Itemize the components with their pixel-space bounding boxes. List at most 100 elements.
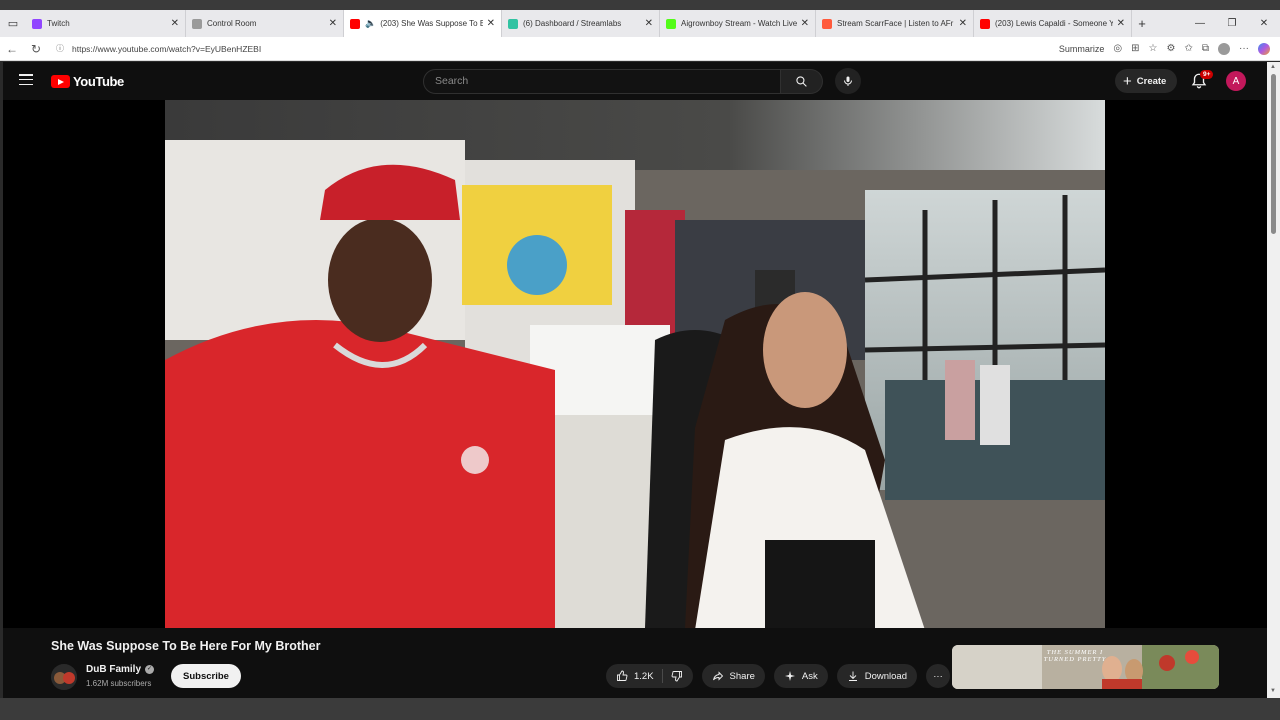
notification-badge: 9+ xyxy=(1200,70,1214,79)
speaker-icon[interactable]: 🔈 xyxy=(365,18,376,29)
share-button[interactable]: Share xyxy=(701,664,765,688)
share-arrow-icon xyxy=(712,671,723,681)
tab-aigrownboy[interactable]: Aigrownboy Stream - Watch Live ✕ xyxy=(660,10,816,37)
sparkle-icon xyxy=(784,671,795,681)
scroll-down-icon[interactable]: ▼ xyxy=(1270,688,1276,694)
tab-twitch[interactable]: Twitch ✕ xyxy=(26,10,186,37)
tab-title: (6) Dashboard / Streamlabs xyxy=(523,19,622,28)
tab-title: Control Room xyxy=(207,19,257,28)
channel-name-text: DuB Family xyxy=(86,664,142,675)
close-window-icon[interactable]: ✕ xyxy=(1248,10,1280,37)
url-field[interactable]: ⓘ https://www.youtube.com/watch?v=EyUBen… xyxy=(56,43,1059,54)
profile-avatar-icon[interactable] xyxy=(1218,42,1230,55)
tab-actions-icon[interactable]: ▭ xyxy=(0,10,26,37)
subscriber-count: 1.62M subscribers xyxy=(86,679,152,688)
site-info-icon[interactable]: ⓘ xyxy=(56,43,64,54)
download-icon xyxy=(848,671,857,681)
close-tab-icon[interactable]: ✕ xyxy=(329,18,337,29)
scrollbar-thumb[interactable] xyxy=(1271,74,1276,234)
more-actions-button[interactable]: ··· xyxy=(926,664,950,688)
video-frame[interactable] xyxy=(165,100,1105,628)
close-tab-icon[interactable]: ✕ xyxy=(171,18,179,29)
video-scene-image xyxy=(165,100,1105,628)
like-divider xyxy=(661,669,663,683)
video-title: She Was Suppose To Be Here For My Brothe… xyxy=(51,639,321,653)
channel-name[interactable]: DuB Family ✓ xyxy=(86,664,155,675)
new-tab-icon[interactable]: + xyxy=(1132,16,1152,31)
split-screen-icon[interactable]: ⊞ xyxy=(1131,43,1139,54)
like-button[interactable]: 1.2K xyxy=(616,670,654,682)
video-actions: 1.2K Share Ask Download ··· xyxy=(606,664,950,688)
scroll-up-icon[interactable]: ▲ xyxy=(1270,64,1276,70)
youtube-header: YouTube + Create 9+ A xyxy=(3,62,1267,100)
tab-streamlabs[interactable]: (6) Dashboard / Streamlabs ✕ xyxy=(502,10,660,37)
like-dislike-group: 1.2K xyxy=(606,664,693,688)
favorite-star-icon[interactable]: ☆ xyxy=(1149,43,1158,54)
collections-icon[interactable]: ⧉ xyxy=(1202,43,1209,54)
close-tab-icon[interactable]: ✕ xyxy=(1117,18,1125,29)
youtube-logo[interactable]: YouTube xyxy=(51,74,124,89)
copilot-icon[interactable] xyxy=(1258,42,1270,55)
stream-favicon-icon xyxy=(822,18,832,29)
restore-icon[interactable]: ❐ xyxy=(1216,10,1248,37)
verified-check-icon: ✓ xyxy=(145,665,155,674)
thumbnail-title-text: THE SUMMER I TURNED PRETTY xyxy=(1043,649,1107,663)
back-arrow-icon[interactable]: ← xyxy=(0,42,24,56)
window-controls: — ❐ ✕ xyxy=(1184,10,1280,37)
close-tab-icon[interactable]: ✕ xyxy=(487,18,495,29)
microphone-icon xyxy=(844,76,852,86)
account-avatar[interactable]: A xyxy=(1226,71,1246,91)
tab-youtube-video[interactable]: 🔈 (203) She Was Suppose To B ✕ xyxy=(344,10,502,37)
twitch-favicon-icon xyxy=(32,18,42,29)
minimize-icon[interactable]: — xyxy=(1184,10,1216,37)
close-tab-icon[interactable]: ✕ xyxy=(645,18,653,29)
ask-button[interactable]: Ask xyxy=(773,664,828,688)
page-scrollbar[interactable]: ▲ ▼ xyxy=(1267,62,1280,698)
voice-search-button[interactable] xyxy=(835,68,861,94)
search-input[interactable] xyxy=(423,68,781,94)
tab-title: (203) She Was Suppose To B xyxy=(380,19,483,28)
search-button[interactable] xyxy=(781,68,823,94)
tab-title: Twitch xyxy=(47,19,70,28)
youtube-favicon-icon xyxy=(980,18,990,29)
thumbs-down-icon xyxy=(671,671,682,682)
channel-avatar[interactable] xyxy=(51,664,77,690)
top-strip xyxy=(0,0,1280,10)
search-icon xyxy=(796,75,807,87)
copilot-summarize-icon[interactable]: ◎ xyxy=(1113,43,1122,54)
subscribe-button[interactable]: Subscribe xyxy=(171,664,241,688)
control-room-favicon-icon xyxy=(192,18,202,29)
hamburger-menu-icon[interactable] xyxy=(19,74,33,85)
tab-control-room[interactable]: Control Room ✕ xyxy=(186,10,344,37)
kick-favicon-icon xyxy=(666,18,676,29)
streamlabs-favicon-icon xyxy=(508,18,518,29)
tab-title: Stream ScarrFace | Listen to AFr xyxy=(837,19,954,28)
search-bar xyxy=(423,68,861,94)
tab-title: (203) Lewis Capaldi - Someone Y xyxy=(995,19,1113,28)
youtube-favicon-icon xyxy=(350,18,360,29)
address-bar: ← ↻ ⓘ https://www.youtube.com/watch?v=Ey… xyxy=(0,37,1280,61)
share-label: Share xyxy=(729,670,755,682)
more-dots-icon: ··· xyxy=(933,670,943,682)
channel-avatar-image xyxy=(51,664,77,690)
tab-scarrface[interactable]: Stream ScarrFace | Listen to AFr ✕ xyxy=(816,10,974,37)
refresh-icon[interactable]: ↻ xyxy=(24,42,48,56)
summarize-button[interactable]: Summarize xyxy=(1059,44,1105,54)
bottom-strip xyxy=(0,698,1280,720)
video-player[interactable] xyxy=(3,100,1267,628)
ask-label: Ask xyxy=(801,670,818,682)
address-bar-actions: Summarize ◎ ⊞ ☆ ⚙ ✩ ⧉ ··· xyxy=(1059,42,1280,55)
extensions-icon[interactable]: ⚙ xyxy=(1167,43,1176,54)
dislike-button[interactable] xyxy=(671,670,683,682)
recommended-video-thumbnail[interactable]: THE SUMMER I TURNED PRETTY xyxy=(952,645,1219,689)
thumbs-up-icon xyxy=(617,670,628,681)
create-button[interactable]: + Create xyxy=(1115,69,1178,93)
more-menu-icon[interactable]: ··· xyxy=(1239,43,1249,54)
close-tab-icon[interactable]: ✕ xyxy=(959,18,967,29)
favorites-icon[interactable]: ✩ xyxy=(1184,43,1192,54)
tab-lewis-capaldi[interactable]: (203) Lewis Capaldi - Someone Y ✕ xyxy=(974,10,1132,37)
video-info: She Was Suppose To Be Here For My Brothe… xyxy=(3,628,1267,698)
tab-title: Aigrownboy Stream - Watch Live xyxy=(681,19,797,28)
close-tab-icon[interactable]: ✕ xyxy=(801,18,809,29)
download-button[interactable]: Download xyxy=(836,664,917,688)
